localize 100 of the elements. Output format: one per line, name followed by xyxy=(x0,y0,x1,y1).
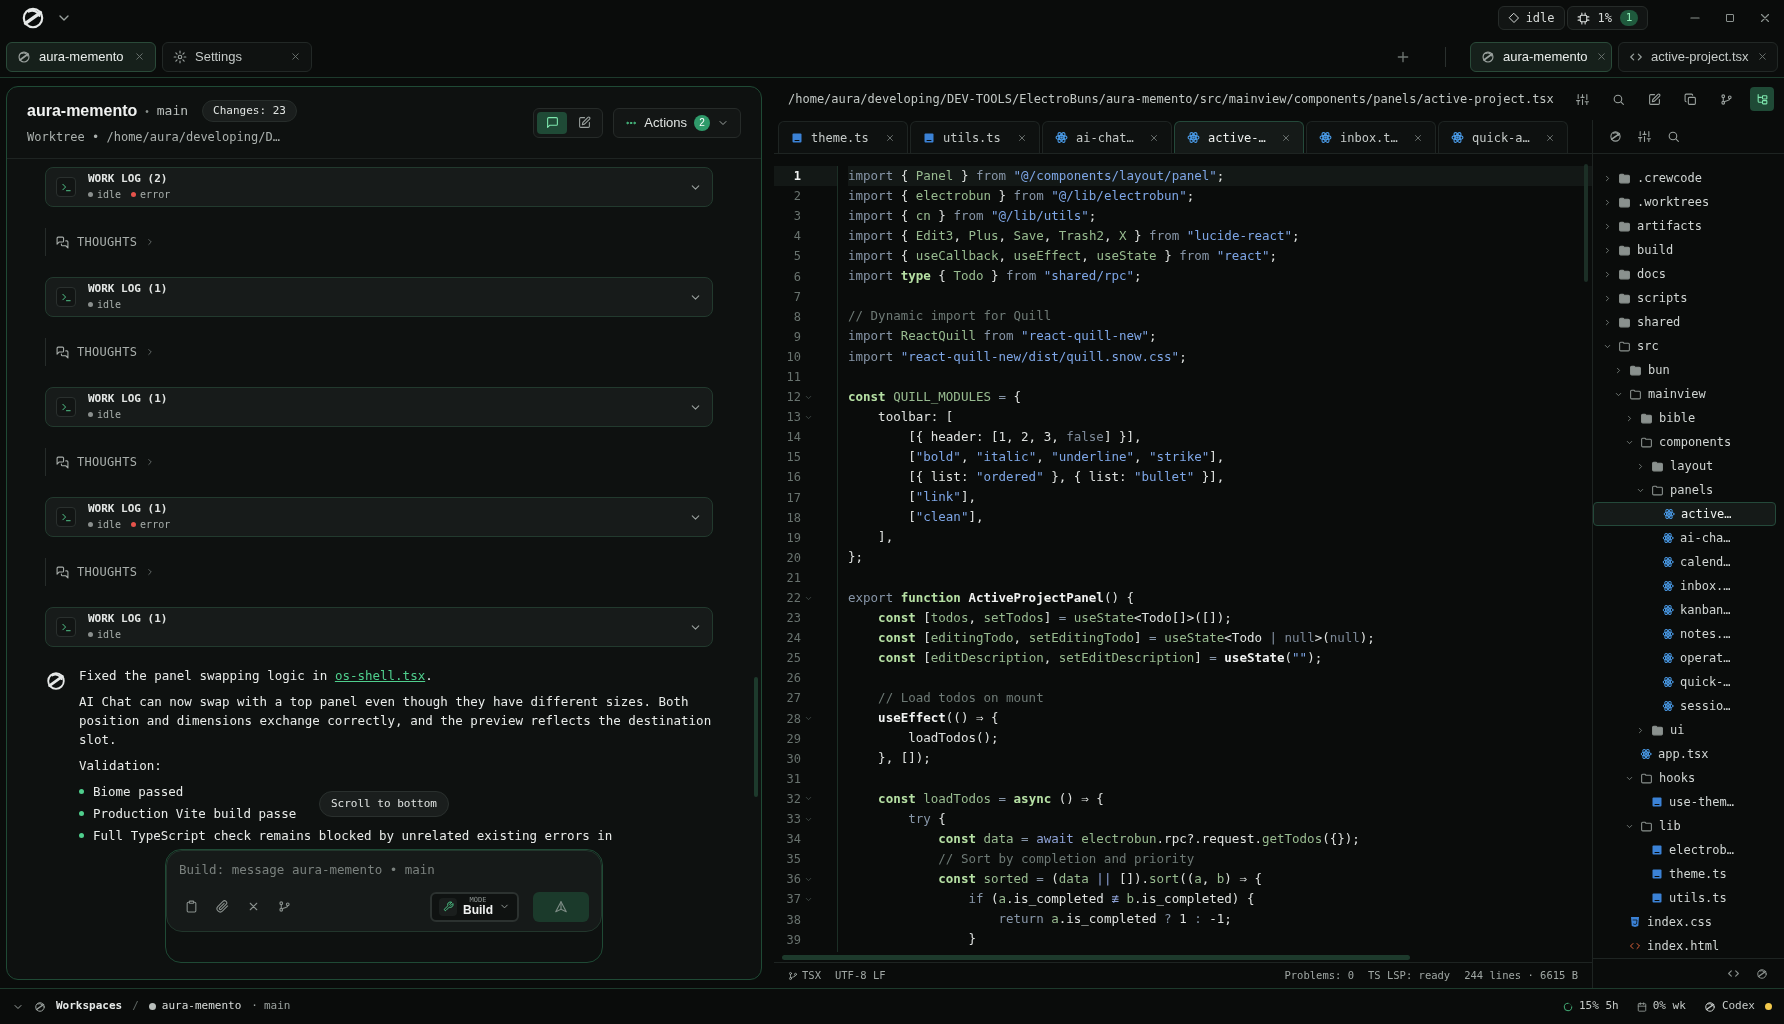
sliders-icon xyxy=(1575,92,1589,106)
line-number: 19 xyxy=(785,529,801,547)
file-tree-item[interactable]: app.tsx xyxy=(1593,742,1776,766)
file-tree-item[interactable]: ui xyxy=(1593,718,1776,742)
file-tree-item[interactable]: artifacts xyxy=(1593,214,1776,238)
thoughts-toggle[interactable]: THOUGHTS xyxy=(56,233,156,251)
workspace-name[interactable]: aura-memento xyxy=(161,998,242,1015)
file-tree-item[interactable]: index.css xyxy=(1593,910,1776,934)
file-tree-item[interactable]: components xyxy=(1593,430,1776,454)
file-tree-item[interactable]: mainview xyxy=(1593,382,1776,406)
file-tree-item[interactable]: build xyxy=(1593,238,1776,262)
file-tree-item[interactable]: use-them… xyxy=(1593,790,1776,814)
close-icon[interactable] xyxy=(1281,132,1291,143)
scrollbar-thumb[interactable] xyxy=(754,677,758,797)
scroll-to-bottom-button[interactable]: Scroll to bottom xyxy=(319,791,449,817)
file-tree-item[interactable]: electrob… xyxy=(1593,838,1776,862)
file-tree-item[interactable]: bun xyxy=(1593,358,1776,382)
scrollbar-thumb[interactable] xyxy=(1584,164,1588,282)
window-tab[interactable]: aura-memento xyxy=(6,41,156,72)
file-tree-item[interactable]: active… xyxy=(1593,502,1776,526)
line-number: 23 xyxy=(785,610,801,628)
app-logo-icon xyxy=(17,49,31,64)
file-tree-item[interactable]: notes.… xyxy=(1593,622,1776,646)
count-badge: 1 xyxy=(1620,10,1638,26)
view-toggle-button[interactable] xyxy=(537,111,568,134)
window-tab[interactable]: active-project.tsx xyxy=(1618,41,1778,72)
editor-tab[interactable]: theme.ts xyxy=(778,121,908,153)
file-tree-item[interactable]: src xyxy=(1593,334,1776,358)
editor-tab[interactable]: active-… xyxy=(1174,121,1304,153)
file-tree-item[interactable]: shared xyxy=(1593,310,1776,334)
chat-bubbles-icon xyxy=(56,455,69,469)
file-tree-item[interactable]: utils.ts xyxy=(1593,886,1776,910)
file-tree-item[interactable]: layout xyxy=(1593,454,1776,478)
code-line: export function ActiveProjectPanel() { xyxy=(848,588,1135,607)
maximize-icon[interactable] xyxy=(1724,12,1736,24)
session-title: aura-memento xyxy=(27,101,138,121)
file-tree-item[interactable]: .worktrees xyxy=(1593,190,1776,214)
file-tree-item[interactable]: calend… xyxy=(1593,550,1776,574)
editor-tab[interactable]: ai-chat… xyxy=(1042,121,1172,153)
actions-button[interactable]: Actions 2 xyxy=(613,107,741,138)
thoughts-toggle[interactable]: THOUGHTS xyxy=(56,563,156,581)
file-tree-item[interactable]: lib xyxy=(1593,814,1776,838)
file-link[interactable]: os-shell.tsx xyxy=(334,668,426,683)
close-icon[interactable] xyxy=(134,51,145,62)
editor-tab[interactable]: utils.ts xyxy=(910,121,1040,153)
search-icon[interactable] xyxy=(1667,130,1680,143)
code-line: import type { Todo } from "shared/rpc"; xyxy=(848,267,1143,286)
close-icon[interactable] xyxy=(1149,132,1159,143)
workspaces-link[interactable]: Workspaces xyxy=(56,998,123,1015)
send-button[interactable] xyxy=(533,891,589,922)
react-atom-icon xyxy=(1662,628,1674,640)
close-icon[interactable] xyxy=(1413,132,1423,143)
usage-label: 15% 5h xyxy=(1579,998,1619,1015)
line-number: 2 xyxy=(792,188,801,206)
scrollbar-thumb[interactable] xyxy=(782,954,1410,960)
work-log-card[interactable]: WORK LOG (1) idle xyxy=(45,387,713,427)
paperclip-icon[interactable] xyxy=(216,900,229,914)
sliders-icon[interactable] xyxy=(1638,130,1651,143)
thoughts-toggle[interactable]: THOUGHTS xyxy=(56,453,156,471)
close-icon[interactable] xyxy=(1595,51,1607,62)
close-icon[interactable] xyxy=(1756,51,1768,62)
work-log-card[interactable]: WORK LOG (2) idle error xyxy=(45,167,713,207)
file-tree-item[interactable]: theme.ts xyxy=(1593,862,1776,886)
close-icon[interactable] xyxy=(1758,11,1772,25)
react-atom-icon xyxy=(1451,131,1464,144)
close-icon[interactable] xyxy=(885,132,895,143)
close-icon[interactable] xyxy=(290,51,301,62)
work-log-card[interactable]: WORK LOG (1) idle xyxy=(45,607,713,647)
message-input[interactable]: Build: message aura-memento • main xyxy=(179,861,589,880)
file-tree-item[interactable]: kanban… xyxy=(1593,598,1776,622)
work-log-card[interactable]: WORK LOG (1) idle error xyxy=(45,497,713,537)
branch-icon[interactable] xyxy=(278,900,291,914)
file-tree-item[interactable]: sessio… xyxy=(1593,694,1776,718)
editor-tab[interactable]: quick-a… xyxy=(1438,121,1568,153)
app-logo-icon[interactable] xyxy=(34,1000,46,1013)
file-tree-item[interactable]: inbox.… xyxy=(1593,574,1776,598)
work-log-card[interactable]: WORK LOG (1) idle xyxy=(45,277,713,317)
file-tree-item[interactable]: panels xyxy=(1593,478,1776,502)
code-line: // Sort by completion and priority xyxy=(937,849,1196,868)
file-tree-item[interactable]: .crewcode xyxy=(1593,166,1776,190)
file-tree-item[interactable]: ai-cha… xyxy=(1593,526,1776,550)
file-tree-item[interactable]: quick-… xyxy=(1593,670,1776,694)
file-tree-item[interactable]: index.html xyxy=(1593,934,1776,958)
file-tree-item[interactable]: operat… xyxy=(1593,646,1776,670)
close-icon[interactable] xyxy=(1017,132,1027,143)
clipboard-icon[interactable] xyxy=(185,900,198,914)
close-icon[interactable] xyxy=(1545,132,1555,143)
editor-tab[interactable]: inbox.t… xyxy=(1306,121,1436,153)
code-icon[interactable] xyxy=(1727,967,1740,980)
file-tree-item[interactable]: docs xyxy=(1593,262,1776,286)
app-logo-icon[interactable] xyxy=(20,5,46,31)
thoughts-toggle[interactable]: THOUGHTS xyxy=(56,343,156,361)
file-tree-button[interactable] xyxy=(1750,87,1774,111)
provider-name: Codex xyxy=(1721,998,1755,1015)
file-tree-item[interactable]: bible xyxy=(1593,406,1776,430)
file-tree-item[interactable]: scripts xyxy=(1593,286,1776,310)
window-tab[interactable]: aura-memento xyxy=(1470,41,1612,72)
code-line: const [editDescription, setEditDescription] = useState(""); xyxy=(877,648,1324,667)
window-tab[interactable]: Settings xyxy=(162,41,312,72)
file-tree-item[interactable]: hooks xyxy=(1593,766,1776,790)
